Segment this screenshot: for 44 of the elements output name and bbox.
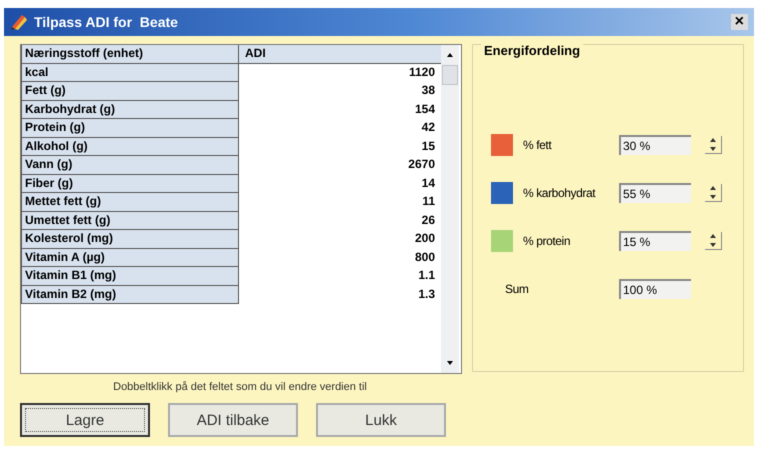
spin-buttons[interactable]	[705, 136, 722, 154]
row-header: kcal	[21, 64, 239, 82]
field-label: % karbohydrat	[523, 186, 596, 200]
field-label: % fett	[523, 138, 553, 152]
row-header: Vitamin B1 (mg)	[21, 267, 239, 286]
spin-buttons[interactable]	[705, 184, 722, 202]
column-header: ADI	[239, 45, 441, 64]
window-title: Tilpass ADI for Beate	[34, 14, 178, 30]
row-header: Umettet fett (g)	[21, 212, 239, 230]
row-header: Vitamin A (µg)	[21, 248, 239, 267]
pencils-icon	[10, 13, 30, 31]
up-icon[interactable]	[709, 233, 717, 239]
scrollbar[interactable]	[441, 45, 459, 373]
sum-field: 100 %	[619, 279, 691, 299]
row-header: Fett (g)	[21, 82, 239, 100]
row-header: Alkohol (g)	[21, 138, 239, 156]
percent-field[interactable]: 30 %	[619, 135, 691, 155]
down-icon[interactable]	[709, 242, 717, 248]
row-header: Karbohydrat (g)	[21, 100, 239, 119]
percent-field[interactable]: 15 %	[619, 231, 691, 251]
dialog-button[interactable]: Lagre	[20, 403, 150, 437]
row-header: Mettet fett (g)	[21, 193, 239, 212]
scroll-down-icon[interactable]	[445, 359, 455, 367]
up-icon[interactable]	[709, 185, 717, 191]
row-header: Vann (g)	[21, 156, 239, 174]
dialog-button[interactable]: ADI tilbake	[168, 403, 298, 437]
field-label: % protein	[523, 234, 572, 248]
down-icon[interactable]	[709, 194, 717, 200]
scroll-up-icon[interactable]	[445, 51, 455, 59]
up-icon[interactable]	[709, 137, 717, 143]
row-header: Fiber (g)	[21, 174, 239, 193]
percent-field[interactable]: 55 %	[619, 183, 691, 203]
dialog-button[interactable]: Lukk	[316, 403, 446, 437]
close-button[interactable]: ×	[730, 14, 748, 30]
scroll-thumb[interactable]	[442, 65, 458, 85]
down-icon[interactable]	[709, 146, 717, 152]
column-header: Næringsstoff (enhet)	[21, 45, 239, 64]
row-header: Vitamin B2 (mg)	[21, 286, 239, 304]
row-header: Kolesterol (mg)	[21, 230, 239, 248]
row-header: Protein (g)	[21, 119, 239, 138]
spin-buttons[interactable]	[705, 232, 722, 250]
hint-text: Dobbeltklikk på det feltet som du vil endre verdien til	[112, 381, 368, 393]
group-title: Energifordeling	[481, 43, 584, 58]
field-label: Sum	[505, 282, 530, 296]
